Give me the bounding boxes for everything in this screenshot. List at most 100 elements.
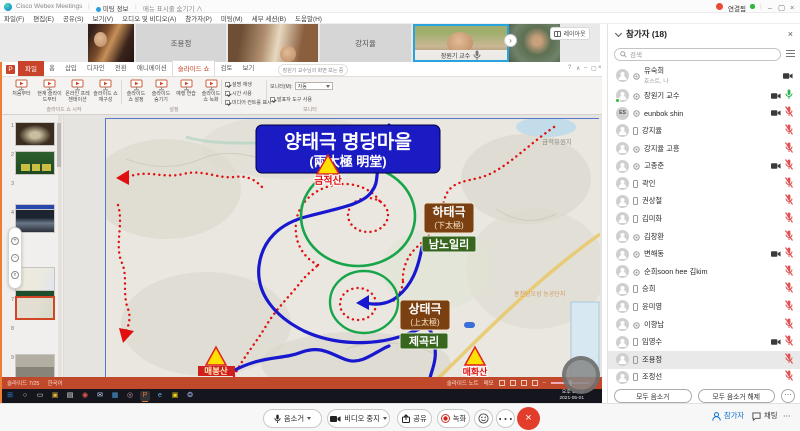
- hide-menubar-button[interactable]: 메뉴 표시줄 숨기기 ∧: [143, 3, 203, 13]
- menu-item[interactable]: 미팅(M): [221, 13, 243, 23]
- menu-item[interactable]: 공유(S): [63, 13, 84, 23]
- taskview-icon[interactable]: ▭: [35, 391, 45, 401]
- store-icon[interactable]: ▤: [65, 391, 75, 401]
- memo-button[interactable]: 메모: [484, 379, 494, 387]
- chrome-icon[interactable]: ◉: [80, 391, 90, 401]
- ppt-tab-삽입[interactable]: 삽입: [60, 60, 82, 76]
- meeting-info-button[interactable]: 미팅 정보: [96, 3, 129, 13]
- ribbon-button[interactable]: 현재 슬라이드부터: [36, 79, 63, 104]
- zoom-out-control[interactable]: –: [543, 380, 546, 386]
- layout-button[interactable]: 레이아웃: [550, 27, 590, 40]
- participant-row[interactable]: 김창환: [608, 228, 800, 246]
- mic-indicator[interactable]: [785, 104, 793, 122]
- ppt-tab-보기[interactable]: 보기: [237, 60, 259, 76]
- mic-indicator[interactable]: [785, 228, 793, 246]
- ppt-tab-애니메이션[interactable]: 애니메이션: [132, 60, 172, 76]
- webex-floating-widget[interactable]: [562, 356, 600, 394]
- ribbon-checkbox[interactable]: 설명 재생: [225, 81, 252, 88]
- ie-icon[interactable]: e: [155, 391, 165, 401]
- record-button[interactable]: 녹화: [437, 409, 470, 428]
- participant-row[interactable]: 고종준: [608, 157, 800, 175]
- video-tile-active-speaker[interactable]: 장원기 교수: [413, 24, 509, 62]
- mute-all-button[interactable]: 모두 음소거: [614, 389, 692, 403]
- participant-row[interactable]: 승희: [608, 281, 800, 299]
- ppt-close-button[interactable]: ×: [598, 65, 602, 71]
- participants-toggle-button[interactable]: 참가자: [712, 411, 744, 421]
- mic-indicator[interactable]: [785, 245, 793, 263]
- normal-view-icon[interactable]: [499, 380, 505, 386]
- explorer-icon[interactable]: ▣: [50, 391, 60, 401]
- reading-view-icon[interactable]: [521, 380, 527, 386]
- search-icon[interactable]: ○: [20, 391, 30, 401]
- mic-indicator[interactable]: [785, 157, 793, 175]
- close-panel-icon[interactable]: ×: [788, 29, 793, 39]
- mail-icon[interactable]: ✉: [95, 391, 105, 401]
- ribbon-checkbox[interactable]: 시간 사용: [225, 90, 252, 97]
- participant-row[interactable]: 유숙희호스트, 나: [608, 64, 800, 87]
- video-tile-name[interactable]: 조용정: [136, 24, 226, 62]
- more-options-button[interactable]: ⋯: [496, 409, 515, 428]
- ppt-help-button[interactable]: ?: [568, 65, 571, 71]
- mic-indicator[interactable]: [785, 87, 793, 105]
- notes-button[interactable]: 슬라이드 노트: [447, 379, 479, 387]
- participant-row[interactable]: 윤미영: [608, 298, 800, 316]
- presenter-tools-checkbox[interactable]: 발표자 도구 사용: [270, 96, 312, 103]
- start-icon[interactable]: ⊞: [5, 391, 15, 401]
- video-tile[interactable]: [88, 24, 134, 62]
- menu-item[interactable]: 도움말(H): [295, 13, 322, 23]
- powerpoint-icon[interactable]: P: [140, 391, 150, 401]
- slide-thumbnail-2[interactable]: [15, 151, 55, 175]
- video-options-caret[interactable]: [383, 417, 387, 420]
- close-button[interactable]: ×: [790, 3, 794, 12]
- participant-row[interactable]: 곽인: [608, 175, 800, 193]
- ribbon-button[interactable]: 슬라이드 쇼 설정: [124, 79, 148, 104]
- mic-indicator[interactable]: [785, 263, 793, 281]
- menu-item[interactable]: 보기(V): [93, 13, 114, 23]
- ppt-tab-검토[interactable]: 검토: [215, 60, 237, 76]
- participant-row[interactable]: 조용정: [608, 351, 800, 369]
- ribbon-checkbox[interactable]: 미디어 컨트롤 표시: [225, 99, 272, 106]
- slide-thumbnail-7[interactable]: [15, 296, 55, 320]
- mic-indicator[interactable]: [785, 316, 793, 334]
- mic-indicator[interactable]: [785, 368, 793, 386]
- participant-row[interactable]: 이향남: [608, 316, 800, 334]
- people-icon[interactable]: ◎: [125, 391, 135, 401]
- participant-row[interactable]: 변해동: [608, 245, 800, 263]
- ppt-restore-button[interactable]: ▢: [591, 65, 597, 72]
- language-indicator[interactable]: 한국어: [47, 379, 62, 387]
- mic-indicator[interactable]: [785, 298, 793, 316]
- slide-thumbnail-9[interactable]: [15, 354, 55, 378]
- participant-row[interactable]: 강지율 고흥: [608, 140, 800, 158]
- photos-icon[interactable]: ❂: [185, 391, 195, 401]
- participant-row[interactable]: ESeunbok shin: [608, 105, 800, 123]
- monitor-dropdown-row[interactable]: 모니터(M): 자동: [270, 82, 333, 90]
- video-tile[interactable]: [228, 24, 318, 62]
- mic-indicator[interactable]: [785, 140, 793, 158]
- mic-indicator[interactable]: [785, 192, 793, 210]
- chat-toggle-button[interactable]: 채팅: [752, 411, 777, 421]
- search-input[interactable]: 검색: [614, 48, 781, 61]
- ppt-tab-디자인[interactable]: 디자인: [82, 60, 110, 76]
- zoom-in-icon[interactable]: +: [11, 237, 19, 245]
- ribbon-button[interactable]: 처음부터: [8, 79, 35, 98]
- participant-filter-icon[interactable]: [786, 50, 795, 58]
- participant-row[interactable]: 조정선: [608, 369, 800, 387]
- mic-indicator[interactable]: [785, 210, 793, 228]
- mute-button[interactable]: 음소거: [263, 409, 322, 428]
- menu-item[interactable]: 세부 세션(B): [252, 13, 286, 23]
- monitor-select[interactable]: 자동: [295, 82, 333, 90]
- thumbnail-scrollbar[interactable]: [58, 115, 62, 377]
- panels-more-button[interactable]: ⋯: [783, 411, 790, 420]
- menu-item[interactable]: 파일(F): [4, 13, 24, 23]
- onedrive-icon[interactable]: ▦: [110, 391, 120, 401]
- menu-item[interactable]: 참가자(P): [185, 13, 212, 23]
- ribbon-button[interactable]: 온라인 프레젠테이션: [64, 79, 91, 104]
- zoom-out-icon[interactable]: −: [11, 254, 19, 262]
- slide-thumbnail-1[interactable]: [15, 122, 55, 146]
- mute-options-caret[interactable]: [307, 417, 311, 420]
- ribbon-button[interactable]: 슬라이드 쇼 녹화: [199, 79, 223, 104]
- next-videos-button[interactable]: ›: [504, 34, 517, 47]
- maximize-button[interactable]: ▢: [778, 3, 785, 12]
- participant-row[interactable]: 김미화: [608, 210, 800, 228]
- participant-row[interactable]: 순희soon hee 김kim: [608, 263, 800, 281]
